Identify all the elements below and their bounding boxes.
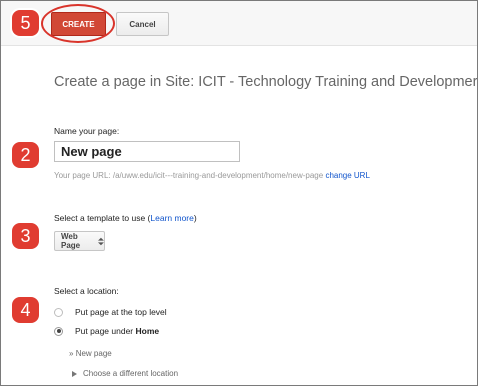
radio-option-under-prefix: Put page under <box>75 326 134 336</box>
toolbar: CREATE Cancel <box>1 1 477 46</box>
page-title: Create a page in Site: ICIT - Technology… <box>54 74 478 90</box>
up-down-arrows-icon <box>98 237 104 245</box>
radio-option-under-home[interactable]: Put page under Home <box>54 326 159 336</box>
choose-location-label: Choose a different location <box>83 369 179 378</box>
radio-option-top-level[interactable]: Put page at the top level <box>54 307 167 317</box>
template-select-value: Web Page <box>61 232 81 250</box>
breadcrumb-separator: » <box>69 349 74 358</box>
radio-checked-icon[interactable] <box>54 326 63 336</box>
page-name-label: Name your page: <box>54 126 120 136</box>
radio-unchecked-icon[interactable] <box>54 307 63 317</box>
location-label: Select a location: <box>54 286 119 296</box>
radio-option-under-parent: Home <box>135 326 160 336</box>
change-url-link[interactable]: change URL <box>325 171 369 180</box>
template-label: Select a template to use (Learn more) <box>54 213 197 223</box>
choose-location-link[interactable]: Choose a different location <box>72 369 178 378</box>
step-badge-3: 3 <box>12 223 39 249</box>
template-label-prefix: Select a template to use ( <box>54 213 151 223</box>
page-name-input[interactable]: New page <box>54 141 240 162</box>
triangle-right-icon <box>72 370 77 377</box>
page-url-text: Your page URL: /a/uww.edu/icit---trainin… <box>54 171 370 180</box>
cancel-button[interactable]: Cancel <box>116 12 169 36</box>
step-badge-4: 4 <box>12 297 39 323</box>
step-badge-5: 5 <box>12 10 39 36</box>
page-url-value: Your page URL: /a/uww.edu/icit---trainin… <box>54 171 324 180</box>
create-page-dialog: CREATE Cancel 5 Create a page in Site: I… <box>0 0 478 386</box>
create-button[interactable]: CREATE <box>51 12 106 36</box>
step-badge-2: 2 <box>12 142 39 168</box>
breadcrumb-new-page: New page <box>75 349 112 358</box>
location-breadcrumb: » New page <box>69 349 112 358</box>
radio-option-top-level-label: Put page at the top level <box>75 307 167 317</box>
template-select[interactable]: Web Page <box>54 231 105 251</box>
template-label-suffix: ) <box>193 213 197 223</box>
learn-more-link[interactable]: Learn more <box>150 213 193 223</box>
